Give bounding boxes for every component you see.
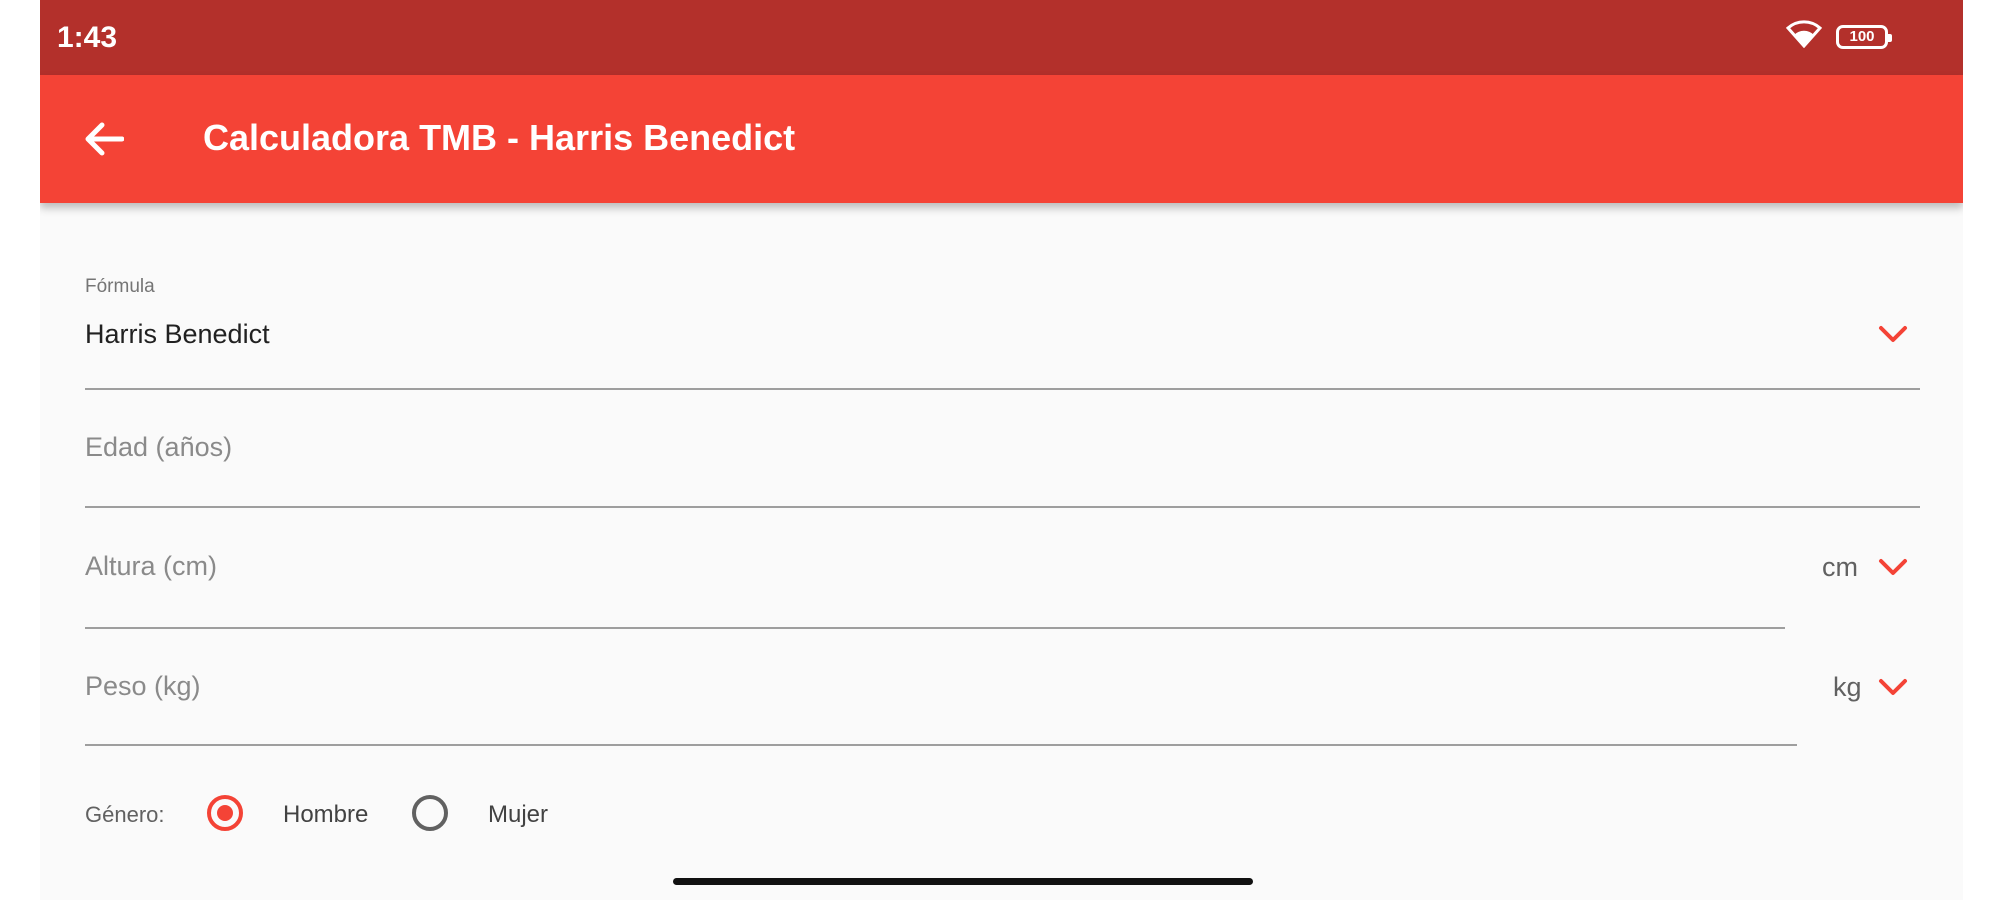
- arrow-back-icon: [85, 122, 124, 156]
- weight-unit: kg: [1833, 672, 1862, 702]
- formula-label: Fórmula: [85, 276, 155, 297]
- gender-option-label: Mujer: [488, 801, 549, 828]
- chevron-down-icon: [1879, 326, 1907, 342]
- age-underline: [85, 506, 1920, 508]
- app-screen: 1:43 100 Calculadora TMB - Harris Benedi…: [40, 0, 1963, 900]
- radio-selected-icon[interactable]: [207, 795, 243, 831]
- chevron-down-icon: [1879, 559, 1907, 575]
- chevron-down-icon: [1879, 679, 1907, 695]
- wifi-icon: [1785, 20, 1823, 53]
- status-bar: 1:43 100: [40, 0, 1963, 75]
- weight-placeholder: Peso (kg): [85, 671, 201, 701]
- age-placeholder: Edad (años): [85, 432, 233, 462]
- battery-icon: 100: [1836, 24, 1892, 49]
- page-title: Calculadora TMB - Harris Benedict: [203, 117, 796, 158]
- status-icons: 100: [1785, 20, 1892, 53]
- weight-underline: [85, 744, 1797, 746]
- gender-option-label: Hombre: [283, 801, 369, 828]
- home-indicator[interactable]: [673, 878, 1253, 885]
- battery-level: 100: [1849, 28, 1875, 45]
- app-bar: Calculadora TMB - Harris Benedict: [40, 75, 1963, 203]
- formula-underline: [85, 388, 1920, 390]
- back-button[interactable]: [80, 115, 128, 163]
- status-time: 1:43: [57, 21, 118, 54]
- height-underline: [85, 627, 1785, 629]
- formula-value: Harris Benedict: [85, 319, 270, 349]
- radio-unselected-icon[interactable]: [412, 795, 448, 831]
- height-unit: cm: [1822, 552, 1858, 582]
- height-placeholder: Altura (cm): [85, 551, 218, 581]
- gender-label: Género:: [85, 802, 165, 827]
